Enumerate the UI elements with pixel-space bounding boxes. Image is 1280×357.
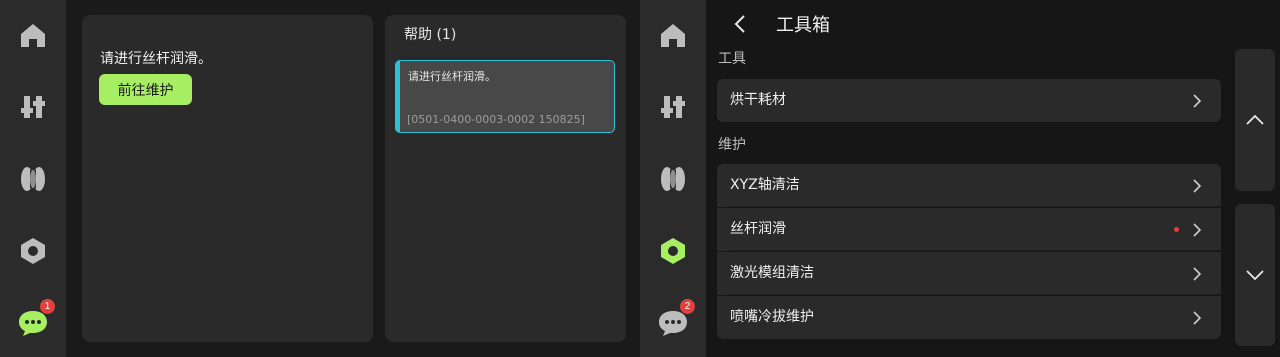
menu-item-label: 烘干耗材 [730,92,786,108]
menu-item-dry-filament[interactable]: 烘干耗材 [717,79,1221,122]
home-icon [661,24,685,47]
home-icon [21,24,45,47]
back-button[interactable] [726,10,754,38]
menu-item-label: XYZ轴清洁 [730,177,800,193]
nav-toolbox[interactable] [13,231,53,271]
nav-home[interactable] [13,15,53,55]
nav-filament[interactable] [13,159,53,199]
section-label-maintenance: 维护 [718,137,746,153]
sliders-icon [661,96,685,118]
sliders-icon [21,96,45,118]
nav-home[interactable] [653,15,693,55]
chevron-right-icon [1193,94,1201,108]
hex-nut-icon [661,238,685,264]
divider [730,250,1221,251]
menu-item-leadscrew-lubrication[interactable]: 丝杆润滑 [717,208,1221,251]
nav-controls[interactable] [13,87,53,127]
divider [730,206,1221,207]
nav-filament[interactable] [653,159,693,199]
nav-messages[interactable]: 2 [653,299,695,343]
help-list-item[interactable]: 请进行丝杆润滑。 [0501-0400-0003-0002 150825] [395,60,615,133]
chevron-left-icon [734,15,745,33]
scroll-down-button[interactable] [1235,204,1275,346]
menu-item-xyz-cleaning[interactable]: XYZ轴清洁 [717,164,1221,207]
sidebar: 2 [640,0,706,357]
selected-indicator [396,61,400,132]
nav-controls[interactable] [653,87,693,127]
left-screen: 1 请进行丝杆润滑。 前往维护 帮助 (1) 请进行丝杆润滑。 [0501-04… [0,0,640,357]
chevron-up-icon [1246,114,1264,125]
filament-icon [21,167,45,191]
chevron-right-icon [1193,179,1201,193]
alert-dot [1174,227,1179,232]
divider [730,294,1221,295]
section-label-tools: 工具 [718,51,746,67]
help-item-code: [0501-0400-0003-0002 150825] [407,113,585,126]
chevron-right-icon [1193,223,1201,237]
page-title: 工具箱 [776,15,830,36]
menu-item-label: 激光模组清洁 [730,265,814,281]
chevron-right-icon [1193,311,1201,325]
go-to-maintenance-button[interactable]: 前往维护 [99,74,192,105]
menu-item-nozzle-cold-pull[interactable]: 喷嘴冷拔维护 [717,296,1221,339]
help-title: 帮助 (1) [404,27,457,43]
chevron-down-icon [1246,270,1264,281]
menu-item-label: 丝杆润滑 [730,221,786,237]
message-count-badge: 1 [40,299,55,314]
chevron-right-icon [1193,267,1201,281]
menu-item-label: 喷嘴冷拔维护 [730,309,814,325]
menu-item-laser-module-cleaning[interactable]: 激光模组清洁 [717,252,1221,295]
scroll-up-button[interactable] [1235,49,1275,191]
maintenance-message: 请进行丝杆润滑。 [100,51,212,67]
nav-messages[interactable]: 1 [13,299,55,343]
help-item-text: 请进行丝杆润滑。 [408,70,496,83]
message-count-badge: 2 [680,299,695,314]
filament-icon [661,167,685,191]
nav-toolbox[interactable] [653,231,693,271]
sidebar: 1 [0,0,66,357]
hex-nut-icon [21,238,45,264]
